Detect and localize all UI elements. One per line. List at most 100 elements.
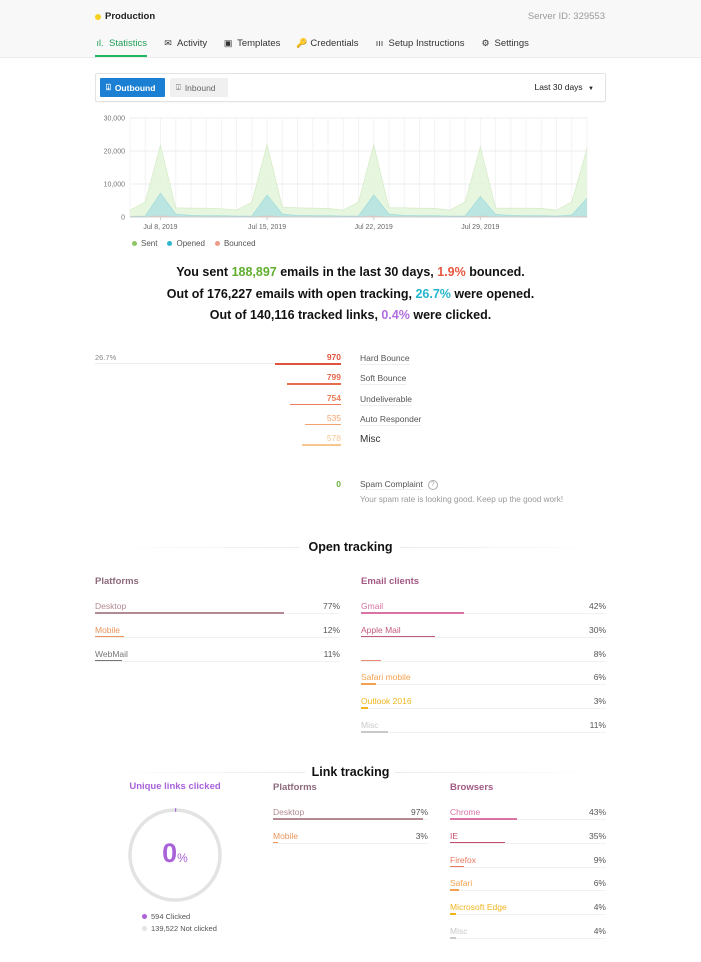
bounce-bar [304, 423, 341, 426]
bounce-type-link[interactable]: Misc [360, 434, 381, 446]
bounce-rate: 1.9% [437, 265, 466, 279]
row-label[interactable]: Safari mobile [361, 672, 411, 682]
list-row[interactable]: Apple Mail 30% [361, 625, 606, 648]
row-label[interactable]: Mobile [95, 625, 120, 635]
row-divider [361, 732, 606, 733]
row-label[interactable]: Misc [361, 720, 378, 730]
list-row[interactable]: Desktop 97% [273, 807, 428, 830]
bounce-count: 535 [326, 412, 341, 423]
legend-dot [214, 241, 220, 246]
list-row[interactable]: IE 35% [450, 831, 606, 854]
clicked-legend: 594 Clicked [142, 912, 190, 921]
tab-label: Credentials [310, 38, 359, 49]
bounce-type-link[interactable]: Hard Bounce [360, 353, 410, 365]
open-tracking-title: Open tracking [308, 540, 393, 554]
legend-label: Bounced [223, 239, 256, 248]
envelope-icon: ✉ [164, 38, 172, 48]
template-icon: ▣ [223, 38, 233, 48]
row-label[interactable]: Microsoft Edge [450, 902, 507, 912]
link-tracking-title: Link tracking [311, 765, 390, 779]
row-label[interactable]: Outlook 2016 [361, 696, 412, 706]
bounce-type-link[interactable]: Soft Bounce [360, 373, 407, 386]
bounce-count: 799 [326, 372, 341, 383]
inbound-button[interactable]: ⍗ Inbound [170, 78, 228, 97]
row-bar [273, 841, 278, 844]
list-row[interactable]: 8% [361, 649, 606, 672]
list-row[interactable]: Mobile 12% [95, 625, 340, 648]
key-icon: 🔑 [296, 38, 308, 48]
row-bar [95, 659, 122, 662]
tab-settings[interactable]: ⚙ Settings [481, 38, 528, 57]
legend-item-sent[interactable]: Sent [132, 239, 157, 248]
tab-templates[interactable]: ▣ Templates [223, 38, 281, 57]
not-clicked-legend: 139,522 Not clicked [142, 924, 217, 933]
row-percent: 35% [588, 830, 606, 841]
legend-dot [132, 241, 137, 246]
bounce-type-link[interactable]: Auto Responder [360, 414, 422, 426]
spam-message: Your spam rate is looking good. Keep up … [360, 495, 564, 504]
legend-item-bounced[interactable]: Bounced [214, 239, 256, 248]
row-label[interactable]: Misc [450, 926, 467, 936]
bounce-row: 754 Undeliverable [95, 393, 595, 413]
list-row[interactable]: Desktop 77% [95, 601, 340, 624]
list-row[interactable]: Safari mobile 6% [361, 672, 606, 695]
list-row[interactable]: Gmail 42% [361, 601, 606, 624]
date-range-dropdown[interactable]: Last 30 days ▼ [534, 82, 594, 92]
row-bar [361, 707, 369, 709]
bounce-bar [286, 383, 341, 385]
x-tick-label: Jul 8, 2019 [143, 224, 177, 231]
setup-icon: ııı [375, 38, 384, 48]
tab-activity[interactable]: ✉ Activity [163, 38, 207, 57]
list-row[interactable]: Misc 11% [361, 720, 606, 743]
legend-item-opened[interactable]: Opened [167, 239, 205, 248]
tab-label: Templates [237, 38, 281, 49]
row-label[interactable]: WebMail [95, 649, 128, 659]
server-name: Production [105, 11, 156, 22]
list-row[interactable]: Chrome 43% [450, 807, 606, 830]
row-label[interactable]: IE [450, 831, 458, 841]
open-rate: 26.7% [415, 287, 451, 301]
bounce-type-link[interactable]: Undeliverable [360, 394, 412, 406]
row-label[interactable]: Firefox [450, 855, 476, 865]
help-icon[interactable]: ? [427, 479, 438, 490]
y-tick-label: 10,000 [104, 182, 126, 189]
list-row[interactable]: Mobile 3% [273, 831, 428, 854]
email-volume-chart: 0 10,000 20,000 30,000 Jul 8, 2019 Jul 15, 20… [104, 116, 588, 231]
browsers-title: Browsers [450, 782, 494, 793]
row-percent: 6% [593, 672, 606, 683]
row-label[interactable]: Chrome [450, 807, 480, 817]
row-percent: 4% [593, 926, 606, 936]
row-bar [361, 635, 435, 638]
spam-complaint-link[interactable]: Spam Complaint ? [360, 479, 438, 490]
list-row[interactable]: Microsoft Edge 4% [450, 902, 606, 925]
tab-setup-instructions[interactable]: ııı Setup Instructions [374, 38, 465, 57]
row-label[interactable]: Desktop [95, 601, 126, 611]
row-label[interactable]: Apple Mail [361, 625, 401, 635]
row-bar [273, 818, 424, 820]
spam-complaint-label[interactable]: Spam Complaint [360, 479, 423, 490]
list-row[interactable]: Firefox 9% [450, 855, 606, 878]
bounce-row: 799 Soft Bounce [95, 372, 595, 392]
summary-sent-line: You sent 188,897 emails in the last 30 d… [0, 265, 701, 279]
row-label[interactable]: Desktop [273, 807, 304, 817]
outbound-button[interactable]: ⍗ Outbound [100, 78, 165, 97]
list-row[interactable]: Outlook 2016 3% [361, 696, 606, 719]
row-divider [450, 914, 606, 916]
summary-text: Out of 176,227 emails with open tracking… [166, 287, 416, 301]
tab-credentials[interactable]: 🔑 Credentials [296, 38, 358, 57]
tab-statistics[interactable]: ıl. Statistics [95, 38, 148, 57]
row-label[interactable]: Gmail [361, 601, 383, 611]
bounce-count: 754 [326, 392, 341, 403]
row-divider [95, 660, 340, 662]
row-percent: 77% [322, 601, 340, 611]
row-bar [95, 635, 125, 638]
row-label[interactable]: Safari [450, 878, 472, 888]
y-tick-label: 30,000 [104, 116, 126, 123]
row-divider [361, 708, 606, 710]
row-label[interactable]: Mobile [273, 831, 298, 841]
spam-complaint-count: 0 [336, 479, 341, 489]
list-row[interactable]: Misc 4% [450, 926, 606, 949]
list-row[interactable]: Safari 6% [450, 878, 606, 901]
row-bar [450, 937, 457, 939]
list-row[interactable]: WebMail 11% [95, 649, 340, 672]
